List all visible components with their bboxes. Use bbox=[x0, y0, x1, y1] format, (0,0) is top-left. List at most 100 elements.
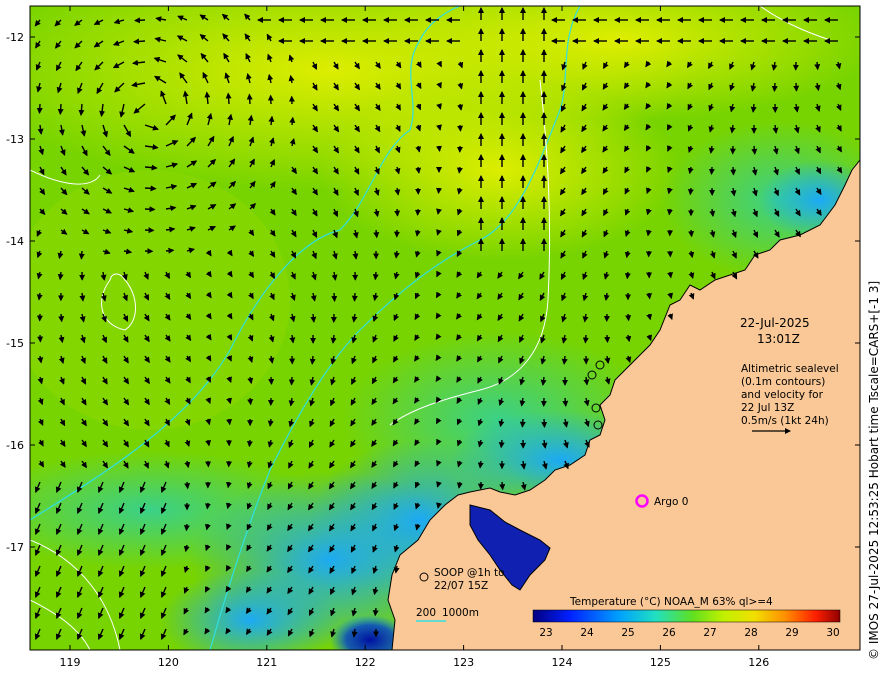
lat-tick-label: -15 bbox=[6, 337, 24, 350]
svg-text:and velocity for: and velocity for bbox=[741, 389, 824, 401]
velocity-arrow bbox=[246, 439, 253, 448]
isobath-label-1000: 1000m bbox=[442, 607, 479, 619]
velocity-arrow bbox=[309, 355, 316, 365]
velocity-arrow bbox=[603, 292, 610, 301]
velocity-arrow bbox=[289, 116, 296, 126]
svg-text:22 Jul 13Z: 22 Jul 13Z bbox=[741, 402, 794, 414]
velocity-arrow bbox=[58, 313, 65, 323]
velocity-arrow bbox=[134, 17, 146, 24]
colorbar-title: Temperature (°C) NOAA_M 63% ql>=4 bbox=[569, 596, 773, 608]
velocity-arrow bbox=[351, 292, 358, 302]
velocity-arrow bbox=[205, 439, 212, 447]
svg-text:Altimetric sealevel: Altimetric sealevel bbox=[741, 363, 839, 375]
svg-text:0.5m/s (1kt 24h): 0.5m/s (1kt 24h) bbox=[741, 415, 829, 427]
velocity-arrow bbox=[750, 103, 757, 113]
velocity-arrow bbox=[667, 271, 674, 279]
velocity-arrow bbox=[645, 229, 652, 237]
velocity-arrow bbox=[499, 481, 506, 491]
velocity-arrow bbox=[708, 166, 715, 175]
velocity-arrow bbox=[204, 502, 211, 510]
velocity-arrow bbox=[519, 418, 526, 428]
argo-label: Argo 0 bbox=[654, 496, 688, 508]
velocity-arrow bbox=[436, 187, 442, 194]
velocity-arrow bbox=[268, 376, 275, 385]
velocity-arrow bbox=[604, 334, 611, 343]
velocity-arrow bbox=[144, 185, 157, 192]
velocity-arrow bbox=[78, 103, 85, 116]
lat-tick-label: -12 bbox=[6, 31, 24, 44]
colorbar bbox=[532, 609, 841, 623]
lat-tick-label: -14 bbox=[6, 235, 24, 248]
colorbar-tick-label: 28 bbox=[744, 627, 757, 639]
velocity-arrow bbox=[267, 418, 274, 427]
velocity-arrow bbox=[477, 460, 484, 469]
colorbar-tick-label: 25 bbox=[621, 627, 634, 639]
velocity-arrow bbox=[582, 334, 589, 344]
lat-tick-label: -16 bbox=[6, 439, 24, 452]
sst-map: Argo 0 22-Jul-2025 13:01Z Altimetric sea… bbox=[6, 5, 880, 669]
velocity-arrow bbox=[226, 418, 233, 426]
velocity-arrow bbox=[331, 292, 338, 302]
velocity-arrow bbox=[225, 92, 232, 105]
colorbar-tick-label: 27 bbox=[703, 627, 716, 639]
velocity-arrow bbox=[144, 164, 158, 171]
velocity-arrow bbox=[498, 439, 505, 449]
velocity-arrow bbox=[133, 38, 146, 45]
velocity-arrow bbox=[457, 124, 464, 132]
velocity-arrow bbox=[793, 82, 800, 92]
lon-tick-label: 119 bbox=[60, 656, 81, 669]
velocity-arrow bbox=[666, 208, 673, 216]
velocity-arrow bbox=[730, 166, 737, 176]
lon-tick-label: 122 bbox=[355, 656, 376, 669]
velocity-arrow bbox=[625, 313, 632, 322]
velocity-arrow bbox=[646, 292, 653, 300]
velocity-arrow bbox=[456, 481, 463, 489]
colorbar-tick-label: 30 bbox=[826, 627, 839, 639]
velocity-arrow bbox=[562, 397, 569, 407]
colorbar-tick-label: 29 bbox=[785, 627, 798, 639]
velocity-arrow bbox=[78, 250, 85, 260]
velocity-arrow bbox=[184, 481, 191, 490]
lon-tick-label: 121 bbox=[256, 656, 277, 669]
velocity-arrow bbox=[330, 334, 337, 344]
velocity-arrow bbox=[751, 145, 758, 155]
velocity-arrow bbox=[57, 103, 64, 115]
lat-tick-label: -17 bbox=[6, 541, 24, 554]
velocity-arrow bbox=[688, 229, 695, 238]
soop-label-line1: SOOP @1h to bbox=[434, 567, 505, 579]
plot-area: Argo 0 22-Jul-2025 13:01Z Altimetric sea… bbox=[30, 6, 860, 650]
colorbar-tick-label: 23 bbox=[539, 627, 552, 639]
svg-text:(0.1m contours): (0.1m contours) bbox=[741, 376, 825, 388]
velocity-arrow bbox=[79, 292, 86, 302]
velocity-arrow bbox=[372, 607, 379, 617]
colorbar-tick-label: 24 bbox=[580, 627, 594, 639]
velocity-arrow bbox=[310, 313, 317, 323]
velocity-arrow bbox=[247, 397, 254, 406]
velocity-arrow bbox=[36, 292, 43, 301]
velocity-arrow bbox=[57, 271, 64, 281]
velocity-arrow bbox=[394, 208, 401, 217]
velocity-arrow bbox=[268, 115, 275, 126]
velocity-arrow bbox=[414, 229, 421, 237]
lon-tick-label: 126 bbox=[748, 656, 769, 669]
soop-label-line2: 22/07 15Z bbox=[434, 580, 488, 592]
lon-tick-label: 120 bbox=[158, 656, 179, 669]
velocity-arrow bbox=[288, 376, 295, 386]
lon-tick-label: 123 bbox=[453, 656, 474, 669]
velocity-arrow bbox=[415, 166, 422, 174]
velocity-arrow bbox=[561, 355, 568, 365]
velocity-arrow bbox=[771, 82, 778, 92]
velocity-arrow bbox=[456, 166, 463, 174]
velocity-arrow bbox=[624, 271, 631, 280]
velocity-arrow bbox=[393, 250, 400, 259]
velocity-arrow bbox=[144, 206, 156, 213]
side-caption: © IMOS 27-Jul-2025 12:53:25 Hobart time … bbox=[867, 281, 880, 660]
lon-tick-label: 124 bbox=[552, 656, 573, 669]
velocity-arrow bbox=[436, 208, 442, 215]
velocity-arrow bbox=[583, 376, 590, 386]
velocity-arrow bbox=[165, 247, 175, 254]
velocity-arrow bbox=[372, 271, 379, 281]
velocity-arrow bbox=[225, 481, 232, 489]
velocity-arrow bbox=[709, 208, 716, 217]
velocity-arrow bbox=[687, 187, 694, 196]
